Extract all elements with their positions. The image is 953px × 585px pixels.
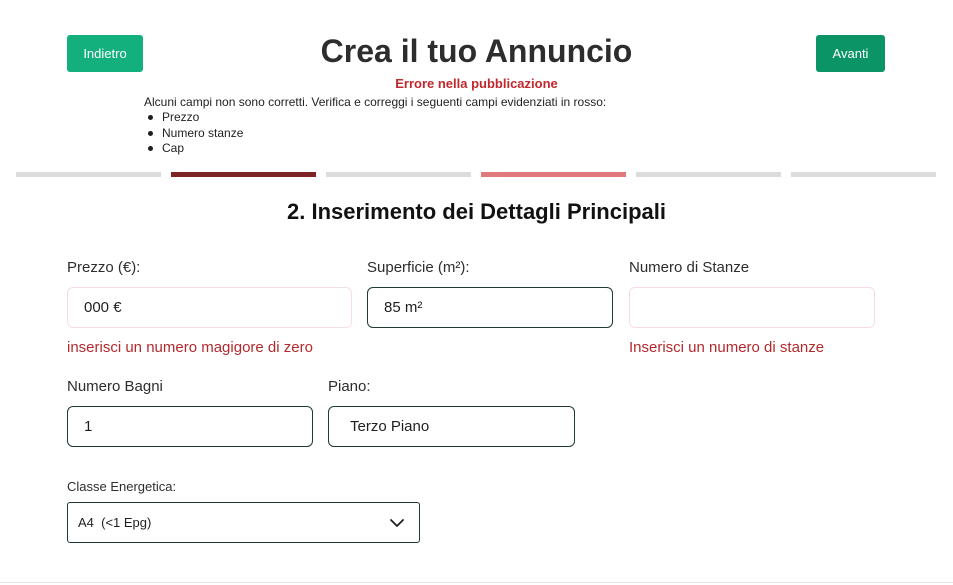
progress-bar — [16, 172, 936, 177]
error-field-item: Numero stanze — [148, 126, 243, 142]
piano-label: Piano: — [328, 378, 371, 395]
prezzo-error-message: inserisci un numero magigore di zero — [67, 339, 313, 356]
progress-step-2 — [171, 172, 316, 177]
superficie-input[interactable] — [367, 287, 613, 328]
stanze-input[interactable] — [629, 287, 875, 328]
classe-energetica-value: A4 (<1 Epg) — [78, 515, 152, 530]
progress-step-5 — [636, 172, 781, 177]
bullet-icon — [148, 130, 153, 136]
progress-step-6 — [791, 172, 936, 177]
piano-input[interactable] — [328, 406, 575, 447]
chevron-down-icon — [390, 519, 404, 527]
section-title: 2. Inserimento dei Dettagli Principali — [287, 199, 666, 224]
classe-energetica-label: Classe Energetica: — [67, 479, 177, 494]
bagni-label: Numero Bagni — [67, 378, 163, 395]
classe-energetica-select[interactable]: A4 (<1 Epg) — [67, 502, 420, 543]
stanze-label: Numero di Stanze — [629, 259, 750, 276]
bullet-icon — [148, 115, 153, 121]
prezzo-label: Prezzo (€): — [67, 259, 141, 276]
bullet-icon — [148, 146, 153, 152]
next-button[interactable]: Avanti — [816, 35, 885, 72]
error-field-item: Prezzo — [148, 110, 243, 126]
progress-step-4 — [481, 172, 626, 177]
error-field-item: Cap — [148, 141, 243, 157]
bottom-divider — [0, 582, 953, 583]
page-title: Crea il tuo Annuncio — [320, 33, 633, 69]
error-description: Alcuni campi non sono corretti. Verifica… — [144, 95, 607, 109]
prezzo-input[interactable] — [67, 287, 352, 328]
progress-step-1 — [16, 172, 161, 177]
bagni-input[interactable] — [67, 406, 313, 447]
stanze-error-message: Inserisci un numero di stanze — [629, 339, 825, 356]
progress-step-3 — [326, 172, 471, 177]
error-title: Errore nella pubblicazione — [395, 76, 558, 91]
superficie-label: Superficie (m²): — [367, 259, 470, 276]
error-field-list: Prezzo Numero stanze Cap — [148, 110, 243, 157]
